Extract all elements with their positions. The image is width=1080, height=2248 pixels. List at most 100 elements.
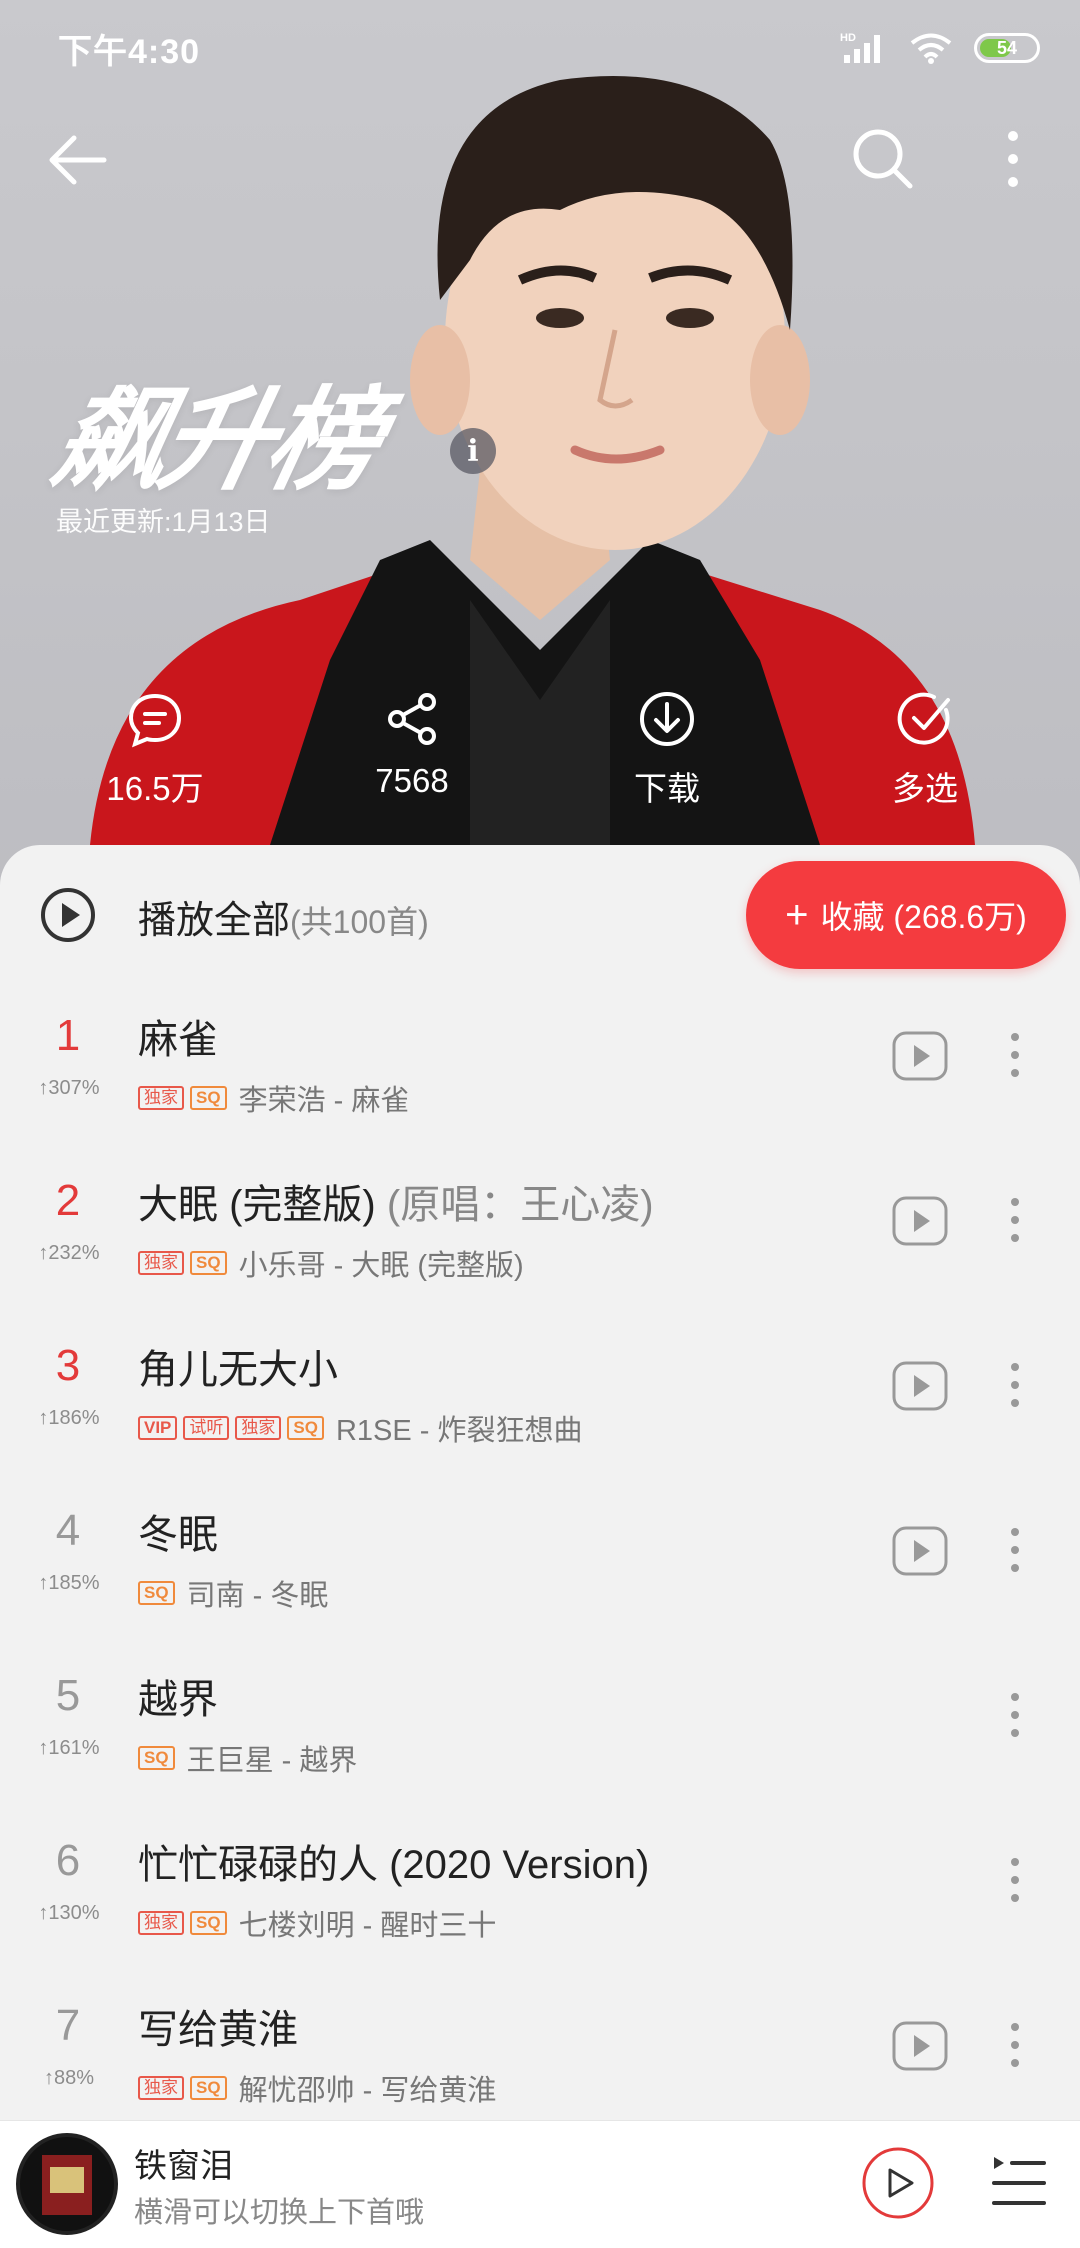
playlist-queue-icon[interactable] [990, 2151, 1046, 2215]
song-artist-album: 小乐哥 - 大眠 (完整版) [238, 1250, 524, 1282]
song-more-icon[interactable] [1000, 1850, 1030, 1910]
song-artist-album: 王巨星 - 越界 [186, 1745, 358, 1777]
song-meta: 独家 SQ 七楼刘明 - 醒时三十 [138, 1902, 496, 1944]
mv-play-icon[interactable] [892, 1196, 948, 1246]
song-meta: SQ 王巨星 - 越界 [138, 1737, 357, 1779]
share-button[interactable]: 7568 [317, 690, 507, 820]
chart-header: 下午4:30 HD 54 飙升榜 i 最近更新:1月13日 16.5万 7568… [0, 0, 1080, 900]
song-more-icon[interactable] [1000, 1685, 1030, 1745]
comment-count: 16.5万 [106, 770, 204, 807]
play-all-text: 播放全部 [138, 900, 291, 942]
mv-play-icon[interactable] [892, 2021, 948, 2071]
song-trend: ↑88% [43, 2067, 95, 2089]
song-title: 麻雀 [138, 1007, 218, 1065]
song-more-icon[interactable] [1000, 1025, 1030, 1085]
mini-player[interactable]: 铁窗泪 横滑可以切换上下首哦 [0, 2120, 1080, 2248]
wifi-icon [910, 33, 952, 64]
share-count: 7568 [375, 762, 449, 799]
song-trend: ↑232% [38, 1242, 100, 1264]
song-title-text: 忙忙碌碌的人 (2020 Version) [138, 1843, 650, 1887]
mv-play-icon[interactable] [892, 1526, 948, 1576]
song-tag: 独家 [138, 1911, 184, 1935]
song-row[interactable]: 3 ↑186% 角儿无大小 VIP 试听 独家 SQ R1SE - 炸裂狂想曲 [0, 1311, 1080, 1476]
song-artist-album: R1SE - 炸裂狂想曲 [335, 1415, 583, 1447]
info-icon[interactable]: i [450, 428, 496, 474]
collect-button[interactable]: + 收藏 (268.6万) [746, 861, 1066, 969]
song-rank: 4 [55, 1506, 81, 1555]
song-row[interactable]: 5 ↑161% 越界 SQ 王巨星 - 越界 [0, 1641, 1080, 1806]
battery-icon: 54 [974, 33, 1040, 63]
song-title: 忙忙碌碌的人 (2020 Version) [138, 1832, 649, 1890]
song-tag: 独家 [235, 1416, 282, 1440]
song-title-text: 写给黄淮 [138, 2008, 298, 2052]
song-rank: 2 [55, 1176, 81, 1225]
play-circle-icon[interactable] [40, 887, 96, 943]
download-button[interactable]: 下载 [572, 690, 762, 820]
song-tag: VIP [138, 1416, 178, 1440]
status-time: 下午4:30 [58, 32, 201, 71]
song-title: 越界 [138, 1667, 218, 1725]
song-more-icon[interactable] [1000, 1520, 1030, 1580]
song-artist-album: 解忧邵帅 - 写给黄淮 [238, 2075, 497, 2107]
song-title-text: 角儿无大小 [138, 1348, 338, 1392]
song-rank: 7 [55, 2001, 81, 2050]
song-meta: VIP 试听 独家 SQ R1SE - 炸裂狂想曲 [138, 1407, 583, 1449]
song-trend: ↑130% [38, 1902, 100, 1924]
search-icon[interactable] [848, 124, 918, 194]
status-bar: 下午4:30 HD 54 [0, 0, 1080, 96]
song-tag: 独家 [138, 1251, 184, 1275]
mv-play-icon[interactable] [892, 1361, 948, 1411]
status-icons: HD 54 [840, 31, 1040, 65]
song-row[interactable]: 7 ↑88% 写给黄淮独家 SQ 解忧邵帅 - 写给黄淮 [0, 1971, 1080, 2120]
song-trend: ↑185% [38, 1572, 100, 1594]
download-icon [640, 692, 694, 746]
song-row[interactable]: 6 ↑130% 忙忙碌碌的人 (2020 Version) 独家 SQ 七楼刘明 - 醒时… [0, 1806, 1080, 1971]
song-tag: SQ [138, 1746, 175, 1770]
song-artist-album: 李荣浩 - 麻雀 [238, 1085, 410, 1117]
update-date: 最近更新:1月13日 [56, 507, 271, 537]
song-tag: SQ [190, 1251, 227, 1275]
comment-button[interactable]: 16.5万 [60, 690, 250, 820]
song-meta: SQ 司南 - 冬眠 [138, 1572, 328, 1614]
song-meta: 独家 SQ 解忧邵帅 - 写给黄淮 [138, 2067, 496, 2109]
song-list-panel: 播放全部(共100首) + 收藏 (268.6万) 1 ↑307% 麻雀 独家 SQ 李荣… [0, 845, 1080, 2120]
album-art[interactable] [16, 2133, 118, 2235]
play-button-icon[interactable] [860, 2145, 936, 2221]
song-tag: SQ [190, 1086, 227, 1110]
song-tag: 独家 [138, 2076, 184, 2100]
song-more-icon[interactable] [1000, 1190, 1030, 1250]
comment-icon [128, 693, 182, 748]
song-artist-album: 司南 - 冬眠 [186, 1580, 329, 1612]
multiselect-label: 多选 [892, 770, 958, 807]
back-arrow-icon[interactable] [44, 130, 110, 190]
svg-text:HD: HD [840, 32, 856, 44]
song-trend: ↑307% [38, 1077, 100, 1099]
share-icon [388, 693, 436, 745]
song-tag: 试听 [183, 1416, 230, 1440]
song-rank: 6 [55, 1836, 81, 1885]
track-count: (共100首) [290, 904, 429, 940]
song-more-icon[interactable] [1000, 2015, 1030, 2075]
song-row[interactable]: 1 ↑307% 麻雀独家 SQ 李荣浩 - 麻雀 [0, 981, 1080, 1146]
song-rank: 1 [55, 1011, 81, 1060]
plus-icon: + [785, 893, 809, 937]
mv-play-icon[interactable] [892, 1031, 948, 1081]
song-row[interactable]: 4 ↑185% 冬眠 SQ 司南 - 冬眠 [0, 1476, 1080, 1641]
song-title: 大眠 (完整版) (原唱：王心凌) [138, 1172, 654, 1230]
song-rank: 5 [55, 1671, 81, 1720]
action-bar: 16.5万 7568 下载 多选 [0, 690, 1080, 820]
chart-title: 飙升榜 [42, 378, 388, 503]
song-tag: SQ [287, 1416, 324, 1440]
song-title: 角儿无大小 [138, 1337, 338, 1395]
song-meta: 独家 SQ 小乐哥 - 大眠 (完整版) [138, 1242, 524, 1284]
song-tag: 独家 [138, 1086, 184, 1110]
multiselect-button[interactable]: 多选 [830, 690, 1020, 820]
song-title: 写给黄淮 [138, 1997, 298, 2055]
more-vertical-icon[interactable] [990, 124, 1036, 194]
song-tag: SQ [190, 2076, 227, 2100]
song-row[interactable]: 2 ↑232% 大眠 (完整版) (原唱：王心凌) 独家 SQ 小乐哥 - 大眠 (完整版… [0, 1146, 1080, 1311]
download-label: 下载 [634, 770, 700, 807]
play-all-row[interactable]: 播放全部(共100首) + 收藏 (268.6万) [0, 845, 1080, 981]
play-all-label[interactable]: 播放全部(共100首) [138, 889, 429, 944]
song-more-icon[interactable] [1000, 1355, 1030, 1415]
